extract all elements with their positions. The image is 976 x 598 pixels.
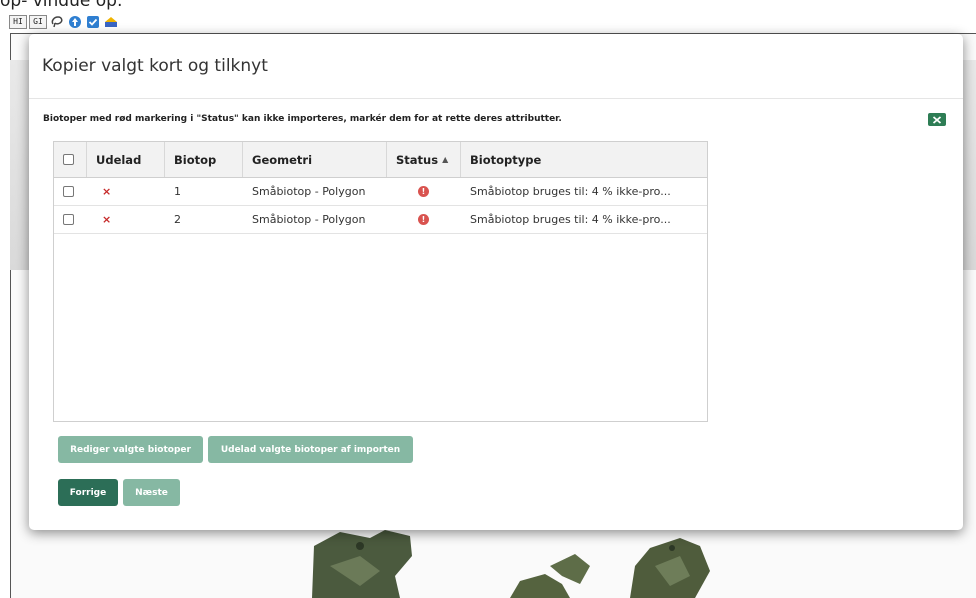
error-status-icon: ! bbox=[418, 186, 429, 197]
next-button[interactable]: Næste bbox=[123, 479, 180, 506]
column-header-label: Status bbox=[396, 152, 439, 167]
row-checkbox[interactable] bbox=[63, 214, 74, 225]
biotope-grid: Udelad Biotop Geometri Status ▲ Biotopty… bbox=[53, 141, 708, 422]
geometri-cell: Småbiotop - Polygon bbox=[252, 213, 366, 226]
map-toolbar: HI GI bbox=[9, 13, 119, 31]
toolbar-gi-button[interactable]: GI bbox=[29, 15, 47, 29]
column-header-udelad[interactable]: Udelad bbox=[87, 142, 165, 177]
exclude-selected-button[interactable]: Udelad valgte biotoper af importen bbox=[208, 436, 413, 463]
dialog-header: Kopier valgt kort og tilknyt bbox=[29, 34, 963, 99]
select-all-checkbox[interactable] bbox=[63, 154, 74, 165]
error-status-icon: ! bbox=[418, 214, 429, 225]
biotoptype-cell: Småbiotop bruges til: 4 % ikke-pro... bbox=[470, 213, 671, 226]
biotop-cell: 1 bbox=[174, 185, 181, 198]
dialog-title: Kopier valgt kort og tilknyt bbox=[42, 56, 268, 76]
column-header-label: Udelad bbox=[96, 152, 142, 167]
remove-icon[interactable]: × bbox=[96, 213, 111, 226]
row-select-cell bbox=[54, 206, 87, 233]
page-caption: op- vindue op: bbox=[0, 0, 123, 11]
excel-icon bbox=[932, 115, 942, 124]
remove-icon[interactable]: × bbox=[96, 185, 111, 198]
table-row[interactable]: × 2 Småbiotop - Polygon ! Småbiotop brug… bbox=[54, 206, 707, 234]
geometri-cell: Småbiotop - Polygon bbox=[252, 185, 366, 198]
column-header-status[interactable]: Status ▲ bbox=[387, 142, 461, 177]
biotop-cell: 2 bbox=[174, 213, 181, 226]
sort-ascending-icon: ▲ bbox=[442, 155, 449, 164]
status-cell: ! bbox=[387, 178, 461, 205]
column-header-label: Biotop bbox=[174, 152, 217, 167]
column-header-biotoptype[interactable]: Biotoptype bbox=[461, 142, 707, 177]
lasso-icon[interactable] bbox=[49, 14, 65, 30]
column-header-geometri[interactable]: Geometri bbox=[243, 142, 387, 177]
excel-export-button[interactable] bbox=[928, 113, 946, 126]
previous-button[interactable]: Forrige bbox=[58, 479, 118, 506]
udelad-cell: × bbox=[87, 178, 165, 205]
copy-map-dialog: Kopier valgt kort og tilknyt Biotoper me… bbox=[29, 34, 963, 530]
column-header-label: Geometri bbox=[252, 152, 313, 167]
check-shield-icon[interactable] bbox=[85, 14, 101, 30]
header-select-all bbox=[54, 142, 87, 177]
status-cell: ! bbox=[387, 206, 461, 233]
column-header-biotop[interactable]: Biotop bbox=[165, 142, 243, 177]
toolbar-hi-button[interactable]: HI bbox=[9, 15, 27, 29]
grid-header: Udelad Biotop Geometri Status ▲ Biotopty… bbox=[54, 142, 707, 178]
biotoptype-cell: Småbiotop bruges til: 4 % ikke-pro... bbox=[470, 185, 671, 198]
satellite-map[interactable] bbox=[300, 526, 720, 598]
row-select-cell bbox=[54, 178, 87, 205]
column-header-label: Biotoptype bbox=[470, 152, 542, 167]
udelad-cell: × bbox=[87, 206, 165, 233]
status-warning-text: Biotoper med rød markering i "Status" ka… bbox=[43, 114, 562, 124]
arrow-up-circle-icon[interactable] bbox=[67, 14, 83, 30]
edit-selected-button[interactable]: Rediger valgte biotoper bbox=[58, 436, 203, 463]
table-row[interactable]: × 1 Småbiotop - Polygon ! Småbiotop brug… bbox=[54, 178, 707, 206]
layers-icon[interactable] bbox=[103, 14, 119, 30]
row-checkbox[interactable] bbox=[63, 186, 74, 197]
